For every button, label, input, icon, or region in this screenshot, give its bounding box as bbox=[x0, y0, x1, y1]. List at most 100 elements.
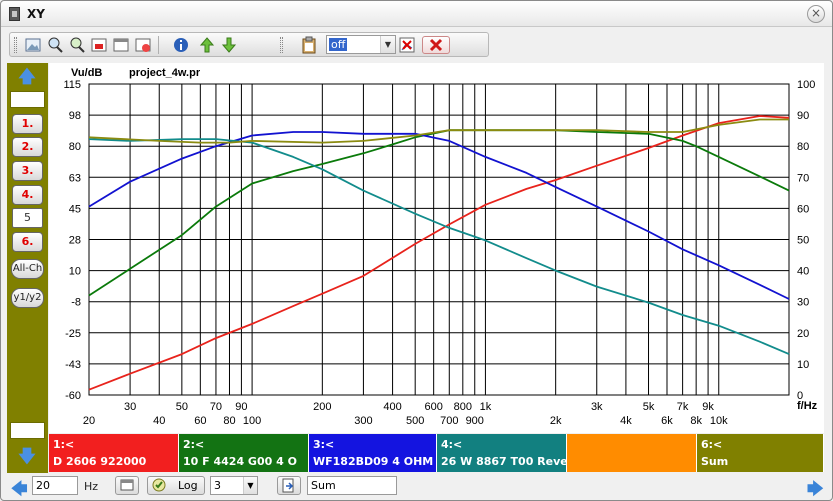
y2-tick-label: 50 bbox=[797, 235, 809, 247]
x-tick-label: 8k bbox=[690, 415, 702, 427]
x-tick-label: 80 bbox=[223, 415, 235, 427]
x-tick-label: 7k bbox=[677, 401, 689, 413]
x-tick-label: 60 bbox=[194, 415, 206, 427]
y-tick-label: 115 bbox=[63, 79, 81, 91]
xy-window: XY × off ▼ 🡅 1. 2. 3. 4. 5 6. All-Ch y1/… bbox=[0, 0, 833, 501]
frequency-response-chart[interactable]: Vu/dB project_4w.pr f/Hz 115988063452810… bbox=[49, 63, 824, 433]
view-mode-select[interactable]: off ▼ bbox=[326, 35, 396, 54]
y2-tick-label: 100 bbox=[797, 79, 815, 91]
x-tick-label: 90 bbox=[235, 401, 247, 413]
channel-legend-index: 1:< bbox=[53, 438, 75, 451]
channel-4-button[interactable]: 4. bbox=[12, 185, 43, 205]
channel-legend-item[interactable] bbox=[567, 434, 697, 472]
y-tick-label: 63 bbox=[69, 172, 81, 184]
smoothing-select[interactable]: 3 ▼ bbox=[210, 476, 258, 495]
arrow-up-icon[interactable]: 🡅 bbox=[16, 67, 38, 87]
toolbar-grip[interactable] bbox=[14, 37, 17, 53]
channel-legend-index: 2:< bbox=[183, 438, 205, 451]
channel-1-button[interactable]: 1. bbox=[12, 114, 43, 134]
x-tick-label: 600 bbox=[424, 401, 442, 413]
x-tick-label: 6k bbox=[661, 415, 673, 427]
x-tick-label: 1k bbox=[480, 401, 492, 413]
x-tick-label: 700 bbox=[440, 415, 458, 427]
clipboard-icon[interactable] bbox=[300, 36, 318, 54]
status-bar: 🡄 20 Hz Log 3 ▼ Sum 🡆 bbox=[1, 474, 832, 501]
all-channels-button[interactable]: All-Ch bbox=[11, 259, 44, 279]
delete-icon[interactable] bbox=[422, 36, 450, 54]
channel-sidebar: 🡅 1. 2. 3. 4. 5 6. All-Ch y1/y2 🡇 bbox=[7, 63, 48, 473]
x-tick-label: 100 bbox=[243, 415, 261, 427]
channel-legend-item[interactable]: 2:< 10 F 4424 G00 4 O bbox=[179, 434, 309, 472]
plot-area[interactable]: Vu/dB project_4w.pr f/Hz 115 98 80 63 45 28 10… bbox=[49, 63, 824, 433]
toolbar: off ▼ bbox=[9, 32, 489, 57]
channel-legend-item[interactable]: 6:< Sum bbox=[697, 434, 824, 472]
channel-legend-name: Sum bbox=[701, 455, 729, 468]
y1-y2-button[interactable]: y1/y2 bbox=[11, 288, 44, 308]
project-file-label: project_4w.pr bbox=[129, 67, 201, 79]
y-tick-label: -60 bbox=[65, 390, 81, 402]
image-icon[interactable] bbox=[24, 36, 42, 54]
y-tick-label: 10 bbox=[69, 266, 81, 278]
arrow-down-green-icon[interactable] bbox=[220, 36, 238, 54]
channel-legend-name: WF182BD09 4 OHM bbox=[313, 455, 434, 468]
frequency-input[interactable]: 20 bbox=[32, 476, 78, 495]
close-button[interactable]: × bbox=[807, 5, 825, 23]
channel-3-button[interactable]: 3. bbox=[12, 161, 43, 181]
info-icon[interactable] bbox=[172, 36, 190, 54]
arrow-up-green-icon[interactable] bbox=[198, 36, 216, 54]
delete-chart-icon[interactable] bbox=[398, 36, 416, 54]
sidebar-field-top[interactable] bbox=[10, 91, 45, 108]
window-add-icon[interactable] bbox=[134, 36, 152, 54]
channel-legend-item[interactable]: 4:< 26 W 8867 T00 Reve bbox=[437, 434, 568, 472]
chevron-down-icon[interactable]: ▼ bbox=[380, 36, 395, 53]
channel-legend-name: D 2606 922000 bbox=[53, 455, 147, 468]
x-tick-label: 5k bbox=[643, 401, 655, 413]
channel-legend-index: 4:< bbox=[441, 438, 463, 451]
x-tick-label: 3k bbox=[591, 401, 603, 413]
y-tick-label: 45 bbox=[69, 203, 81, 215]
window-red-icon[interactable] bbox=[90, 36, 108, 54]
smoothing-value: 3 bbox=[214, 479, 221, 492]
arrow-left-icon[interactable]: 🡄 bbox=[11, 478, 28, 501]
zoom-icon[interactable] bbox=[46, 36, 64, 54]
channel-2-button[interactable]: 2. bbox=[12, 137, 43, 157]
app-icon bbox=[9, 7, 20, 21]
channel-5-button[interactable]: 5 bbox=[12, 208, 43, 228]
arrow-down-icon[interactable]: 🡇 bbox=[16, 447, 38, 467]
x-tick-label: 200 bbox=[313, 401, 331, 413]
export-button[interactable] bbox=[277, 476, 301, 495]
y-tick-label: 80 bbox=[69, 141, 81, 153]
channel-legend-item[interactable]: 1:< D 2606 922000 bbox=[49, 434, 179, 472]
x-tick-label: 50 bbox=[176, 401, 188, 413]
y-tick-label: -25 bbox=[65, 328, 81, 340]
x-tick-label: 4k bbox=[620, 415, 632, 427]
x-tick-label: 500 bbox=[406, 415, 424, 427]
channel-6-button[interactable]: 6. bbox=[12, 232, 43, 252]
window-toggle-button[interactable] bbox=[115, 476, 139, 495]
x-tick-label: 400 bbox=[383, 401, 401, 413]
y2-tick-label: 10 bbox=[797, 359, 809, 371]
log-scale-label: Log bbox=[178, 479, 198, 492]
channel-legend-index: 6:< bbox=[701, 438, 723, 451]
y2-tick-label: 30 bbox=[797, 297, 809, 309]
x-tick-label: 300 bbox=[354, 415, 372, 427]
chevron-down-icon[interactable]: ▼ bbox=[243, 477, 257, 494]
arrow-right-icon[interactable]: 🡆 bbox=[807, 478, 824, 501]
y2-tick-label: 90 bbox=[797, 110, 809, 122]
sidebar-field-bottom[interactable] bbox=[10, 422, 45, 439]
frequency-unit: Hz bbox=[84, 480, 99, 493]
channel-legend-index: 3:< bbox=[313, 438, 335, 451]
y2-tick-label: 70 bbox=[797, 172, 809, 184]
window-icon[interactable] bbox=[112, 36, 130, 54]
y2-tick-label: 80 bbox=[797, 141, 809, 153]
log-scale-button[interactable]: Log bbox=[147, 476, 205, 495]
y-axis-label: Vu/dB bbox=[71, 67, 102, 79]
x-tick-label: 2k bbox=[550, 415, 562, 427]
x-tick-label: 70 bbox=[210, 401, 222, 413]
channel-legend-item[interactable]: 3:< WF182BD09 4 OHM bbox=[309, 434, 437, 472]
zoom-reset-icon[interactable] bbox=[68, 36, 86, 54]
x-tick-label: 20 bbox=[83, 415, 95, 427]
sum-input[interactable]: Sum bbox=[307, 476, 397, 495]
x-tick-label: 800 bbox=[454, 401, 472, 413]
toolbar-grip[interactable] bbox=[280, 37, 283, 53]
